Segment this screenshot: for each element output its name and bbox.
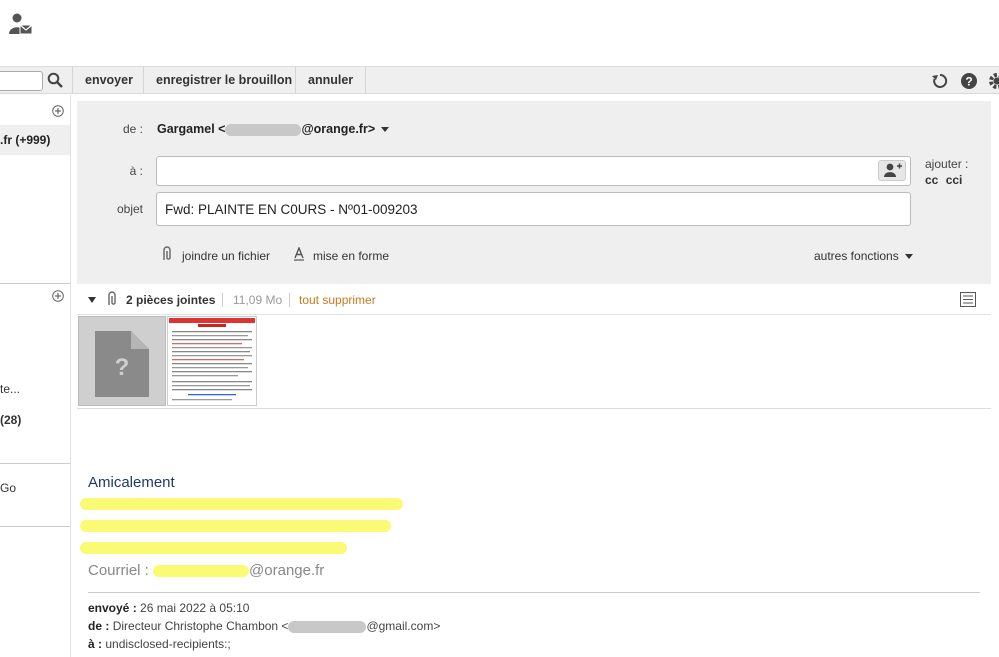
sent-value: 26 mai 2022 à 05:10 (140, 601, 250, 615)
attachment-thumbnail-unknown[interactable]: ? (78, 316, 166, 406)
folder-sidebar: .fr (+999) te... (28) Go (0, 95, 71, 657)
sidebar-divider (0, 283, 70, 284)
add-recipient-links: cc cci (925, 173, 962, 187)
chevron-down-icon (381, 127, 390, 133)
highlight-redaction (80, 520, 391, 532)
from-label: de : (122, 122, 143, 136)
forwarded-to-line: à : undisclosed-recipients:; (88, 637, 231, 651)
to-label: à : (88, 637, 103, 651)
contacts-mail-icon[interactable] (9, 12, 33, 36)
separator (289, 293, 290, 307)
cancel-button[interactable]: annuler (295, 67, 367, 94)
from-domain: @gmail.com> (366, 619, 441, 633)
search-input[interactable] (0, 71, 43, 91)
sidebar-item-go[interactable]: Go (0, 481, 16, 495)
add-item-plus-icon[interactable] (52, 290, 64, 302)
text-format-icon (294, 247, 304, 261)
svg-text:?: ? (115, 354, 130, 381)
highlight-redaction (80, 498, 403, 510)
subject-label: objet (116, 202, 143, 216)
separator (222, 293, 223, 307)
bcc-link[interactable]: cci (946, 173, 963, 187)
forwarded-from-line: de : Directeur Christophe Chambon < @gmai… (88, 619, 440, 633)
send-button[interactable]: envoyer (72, 67, 145, 94)
from-name: Gargamel < (157, 122, 226, 136)
compose-header-panel: de : Gargamel < @orange.fr> à : ajouter :… (77, 101, 991, 284)
sidebar-item-te[interactable]: te... (0, 382, 20, 396)
subject-value: Fwd: PLAINTE EN C0URS - Nº01-009203 (165, 202, 418, 217)
app-header (0, 0, 999, 66)
forwarded-sent-line: envoyé : 26 mai 2022 à 05:10 (88, 601, 249, 615)
cc-link[interactable]: cc (925, 173, 938, 187)
unknown-file-icon: ? (95, 331, 149, 397)
sidebar-divider (0, 526, 70, 527)
to-field[interactable] (156, 156, 911, 186)
other-functions-menu[interactable]: autres fonctions (814, 249, 913, 263)
refresh-icon[interactable] (931, 72, 949, 90)
search-icon[interactable] (47, 72, 63, 88)
settings-gear-icon[interactable] (988, 72, 999, 90)
redacted-address (225, 123, 302, 136)
add-contact-icon (884, 163, 902, 177)
quote-divider (88, 592, 980, 593)
sidebar-divider (0, 463, 70, 464)
attachment-thumbnail-document[interactable] (167, 316, 257, 406)
document-preview-icon (169, 318, 255, 401)
signature-closing: Amicalement (88, 474, 175, 491)
sent-label: envoyé : (88, 601, 137, 615)
list-view-icon[interactable] (960, 292, 976, 307)
redacted-address (288, 620, 367, 633)
from-value: Directeur Christophe Chambon < (112, 619, 289, 633)
svg-text:?: ? (965, 75, 972, 89)
sidebar-item-count[interactable]: (28) (0, 413, 21, 427)
paperclip-icon (108, 291, 116, 305)
attachments-bar: 2 pièces jointes 11,09 Mo tout supprimer (77, 284, 991, 315)
from-selector[interactable]: Gargamel < @orange.fr> (157, 122, 390, 136)
to-value: undisclosed-recipients:; (105, 637, 231, 651)
from-label: de : (88, 619, 110, 633)
delete-all-link[interactable]: tout supprimer (299, 293, 376, 307)
email-domain: @orange.fr (249, 562, 325, 579)
compose-toolbar: envoyer enregistrer le brouillon annuler… (0, 66, 999, 94)
other-functions-label: autres fonctions (814, 249, 899, 263)
to-label: à : (129, 164, 143, 178)
highlight-redaction (80, 542, 347, 554)
attachment-count: 2 pièces jointes (126, 293, 216, 307)
attachment-size: 11,09 Mo (233, 293, 283, 307)
message-body[interactable]: Amicalement Courriel : @orange.fr envoyé… (77, 409, 991, 657)
from-domain: @orange.fr> (301, 122, 376, 136)
save-draft-button[interactable]: enregistrer le brouillon (143, 67, 304, 94)
subject-field[interactable]: Fwd: PLAINTE EN C0URS - Nº01-009203 (156, 192, 911, 226)
add-contact-button[interactable] (878, 160, 906, 181)
highlight-redaction (153, 565, 250, 577)
add-recipients-label: ajouter : (925, 157, 969, 171)
formatting-link[interactable]: mise en forme (313, 249, 389, 263)
help-icon[interactable]: ? (960, 72, 978, 90)
paperclip-icon (163, 246, 171, 260)
chevron-down-icon (904, 254, 913, 260)
add-folder-plus-icon[interactable] (52, 105, 64, 117)
signature-email: Courriel : @orange.fr (88, 562, 324, 579)
email-label: Courriel : (88, 562, 154, 579)
attach-file-link[interactable]: joindre un fichier (182, 249, 270, 263)
collapse-triangle-icon[interactable] (87, 296, 97, 304)
sidebar-item-account[interactable]: .fr (+999) (0, 125, 70, 155)
